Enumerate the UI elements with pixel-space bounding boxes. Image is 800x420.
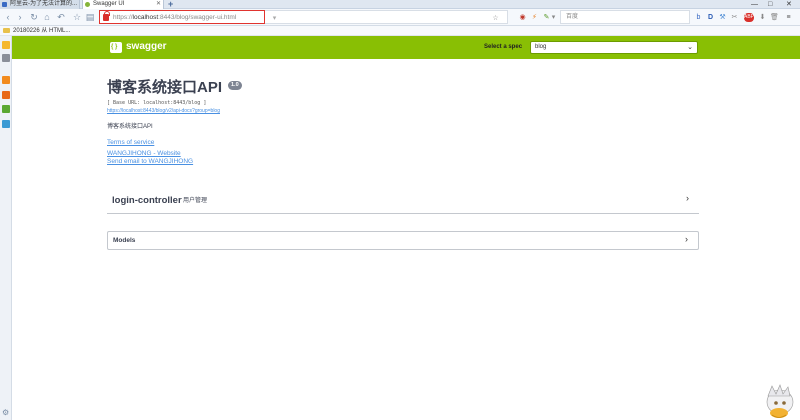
api-title: 博客系统接口API — [107, 79, 223, 96]
people-icon[interactable] — [2, 120, 10, 128]
adblock-icon[interactable]: ABP — [744, 13, 754, 22]
close-tab-icon[interactable]: ✕ — [156, 0, 161, 9]
address-bar[interactable]: https://localhost:8443/blog/swagger-ui.h… — [99, 10, 265, 24]
chevron-down-icon[interactable]: ▾ — [549, 13, 558, 22]
reload-icon[interactable]: ↻ — [28, 10, 40, 24]
navigation-bar: ‹ › ↻ ⌂ ↶ ☆ ▤ https://localhost:8443/blo… — [0, 9, 800, 26]
folder-icon — [3, 28, 10, 33]
models-section[interactable]: Models › — [107, 231, 699, 250]
api-docs-link[interactable]: https://localhost:8443/blog/v2/api-docs?… — [107, 107, 220, 115]
tab-swagger-ui[interactable]: Swagger UI ✕ — [82, 0, 164, 9]
home-icon[interactable]: ⌂ — [41, 10, 53, 24]
search-placeholder: 百度 — [566, 14, 579, 20]
browser-sidebar — [0, 36, 12, 420]
dropdown-arrow-icon[interactable]: ▾ — [270, 14, 279, 23]
chevron-right-icon[interactable]: › — [685, 234, 688, 244]
image-icon[interactable] — [2, 105, 10, 113]
eye-icon[interactable]: ◉ — [518, 13, 527, 22]
scissors-icon[interactable]: ✂ — [730, 13, 739, 22]
maximize-button[interactable]: □ — [768, 0, 772, 9]
spec-select[interactable]: blog ⌄ — [530, 41, 698, 54]
translate-icon[interactable] — [2, 91, 10, 99]
controller-description: 用户管理 — [183, 198, 208, 204]
download-icon[interactable]: ⬇ — [758, 13, 767, 22]
tab-strip: 阿里云-为了无法计算的... Swagger UI ✕ + — □ ✕ — [0, 0, 800, 9]
wrench-icon[interactable]: ⚒ — [718, 13, 727, 22]
tab-label: Swagger UI — [93, 1, 125, 7]
favorites-star-icon[interactable] — [2, 41, 10, 49]
swagger-topbar: swagger Select a spec blog ⌄ — [12, 36, 800, 59]
select-spec-label: Select a spec — [484, 44, 523, 50]
star-outline-icon[interactable]: ☆ — [491, 14, 500, 23]
bookmarks-bar: 20180226 从 HTML... — [0, 26, 800, 36]
models-label: Models — [113, 237, 136, 244]
tab-label: 阿里云-为了无法计算的... — [10, 1, 77, 7]
notes-icon[interactable] — [2, 54, 10, 62]
back-arrow-icon[interactable]: ‹ — [2, 10, 14, 24]
tab-aliyun[interactable]: 阿里云-为了无法计算的... — [0, 0, 80, 9]
close-window-button[interactable]: ✕ — [786, 0, 792, 9]
new-tab-button[interactable]: + — [168, 0, 173, 9]
swagger-brand[interactable]: swagger — [126, 40, 167, 54]
forward-arrow-icon[interactable]: › — [14, 10, 26, 24]
undo-icon[interactable]: ↶ — [55, 10, 67, 24]
reader-icon[interactable]: ▤ — [84, 10, 96, 24]
mascot-icon[interactable] — [758, 382, 798, 420]
lightning-icon[interactable]: ⚡ — [530, 13, 539, 22]
star-icon[interactable]: ☆ — [71, 10, 83, 24]
swagger-logo-icon[interactable] — [110, 42, 122, 53]
minimize-button[interactable]: — — [751, 0, 758, 9]
extension-d-icon[interactable]: D — [706, 13, 715, 22]
email-link[interactable]: Send email to WANGJIHONG — [107, 157, 193, 166]
lock-icon — [103, 11, 110, 21]
address-bar-extension[interactable]: ▾ ☆ — [265, 10, 508, 24]
swagger-favicon-icon — [85, 2, 90, 7]
chevron-down-icon: ⌄ — [687, 44, 693, 51]
base-url: [ Base URL: localhost:8443/blog ] — [107, 100, 207, 106]
chevron-right-icon[interactable]: › — [686, 193, 689, 203]
settings-gear-icon[interactable]: ⚙ — [2, 408, 9, 417]
login-controller-section[interactable]: login-controller 用户管理 › — [107, 190, 699, 214]
api-description: 博客系统接口API — [107, 124, 153, 130]
version-badge: 1.0 — [228, 81, 242, 90]
trash-icon[interactable]: 🗑 — [770, 13, 779, 22]
terms-of-service-link[interactable]: Terms of service — [107, 138, 154, 147]
rss-icon[interactable] — [2, 76, 10, 84]
search-input[interactable]: 百度 — [560, 10, 690, 24]
menu-icon[interactable]: ≡ — [784, 13, 793, 22]
controller-name: login-controller — [112, 195, 182, 206]
extension-b-icon[interactable]: b — [694, 13, 703, 22]
address-url: https://localhost:8443/blog/swagger-ui.h… — [113, 14, 237, 21]
bookmark-item[interactable]: 20180226 从 HTML... — [13, 26, 70, 36]
spec-select-value: blog — [535, 44, 547, 50]
aliyun-favicon-icon — [2, 2, 7, 7]
